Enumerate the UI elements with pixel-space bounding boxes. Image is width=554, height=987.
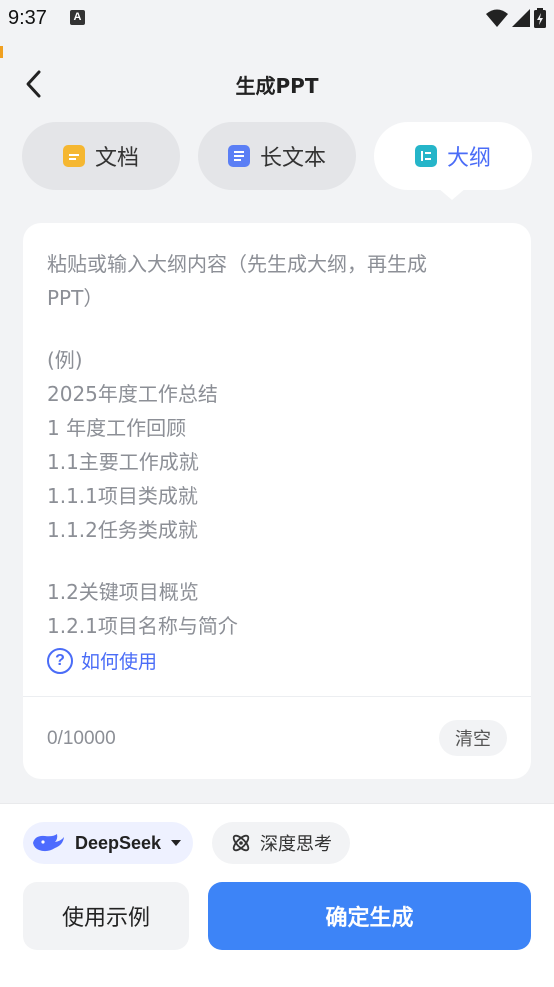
page-title: 生成PPT bbox=[235, 74, 319, 98]
placeholder-line: 1.1.1项目类成就 bbox=[47, 484, 198, 508]
bottom-panel: DeepSeek 深度思考 使用示例 确定生成 bbox=[0, 803, 554, 987]
placeholder-line: 1.2.1项目名称与简介 bbox=[47, 614, 238, 638]
model-name: DeepSeek bbox=[75, 832, 162, 853]
placeholder-line: (例) bbox=[47, 348, 83, 372]
source-tabs: 文档 长文本 大纲 bbox=[22, 122, 532, 190]
status-bar: 9:37 A bbox=[0, 0, 554, 38]
help-icon: ? bbox=[47, 647, 73, 674]
placeholder-line: 粘贴或输入大纲内容（先生成大纲，再生成 bbox=[47, 252, 427, 276]
tab-long-text[interactable]: 长文本 bbox=[198, 122, 356, 190]
wifi-icon bbox=[486, 9, 508, 27]
char-count: 0/10000 bbox=[47, 728, 116, 749]
notification-icon: A bbox=[70, 10, 85, 25]
deep-think-toggle[interactable]: 深度思考 bbox=[212, 822, 350, 864]
outline-icon bbox=[414, 145, 437, 167]
placeholder-line: PPT） bbox=[47, 286, 104, 310]
divider bbox=[23, 696, 531, 697]
battery-icon bbox=[534, 8, 546, 28]
tab-document[interactable]: 文档 bbox=[22, 122, 180, 190]
header: 生成PPT bbox=[0, 56, 554, 112]
caret-down-icon bbox=[171, 840, 182, 846]
placeholder-line: 1.1.2任务类成就 bbox=[47, 518, 198, 542]
confirm-generate-button[interactable]: 确定生成 bbox=[208, 882, 531, 950]
placeholder-line: 1 年度工作回顾 bbox=[47, 416, 187, 440]
use-example-button[interactable]: 使用示例 bbox=[23, 882, 189, 950]
document-icon bbox=[62, 145, 85, 167]
status-time: 9:37 bbox=[8, 7, 47, 29]
model-selector[interactable]: DeepSeek bbox=[23, 822, 194, 864]
placeholder-spacer bbox=[47, 315, 507, 343]
tab-outline[interactable]: 大纲 bbox=[374, 122, 532, 190]
text-icon bbox=[227, 145, 250, 167]
how-to-use-label: 如何使用 bbox=[81, 651, 158, 673]
placeholder-spacer bbox=[47, 547, 507, 575]
outline-input[interactable]: 粘贴或输入大纲内容（先生成大纲，再生成 PPT） (例) 2025年度工作总结 … bbox=[47, 247, 507, 645]
system-icons bbox=[486, 8, 546, 28]
deep-think-label: 深度思考 bbox=[260, 834, 332, 855]
tab-label: 文档 bbox=[94, 146, 139, 171]
atom-icon bbox=[232, 834, 250, 852]
placeholder-line: 2025年度工作总结 bbox=[47, 382, 218, 406]
placeholder-line: 1.2关键项目概览 bbox=[47, 580, 199, 604]
tab-label: 长文本 bbox=[259, 146, 326, 171]
clear-button[interactable]: 清空 bbox=[439, 720, 507, 756]
tab-label: 大纲 bbox=[446, 146, 491, 171]
signal-icon bbox=[512, 9, 530, 27]
outline-editor: 粘贴或输入大纲内容（先生成大纲，再生成 PPT） (例) 2025年度工作总结 … bbox=[23, 223, 531, 779]
active-tab-pointer bbox=[438, 188, 466, 200]
how-to-use-link[interactable]: ? 如何使用 bbox=[47, 647, 157, 674]
deepseek-whale-icon bbox=[33, 834, 64, 852]
placeholder-line: 1.1主要工作成就 bbox=[47, 450, 199, 474]
